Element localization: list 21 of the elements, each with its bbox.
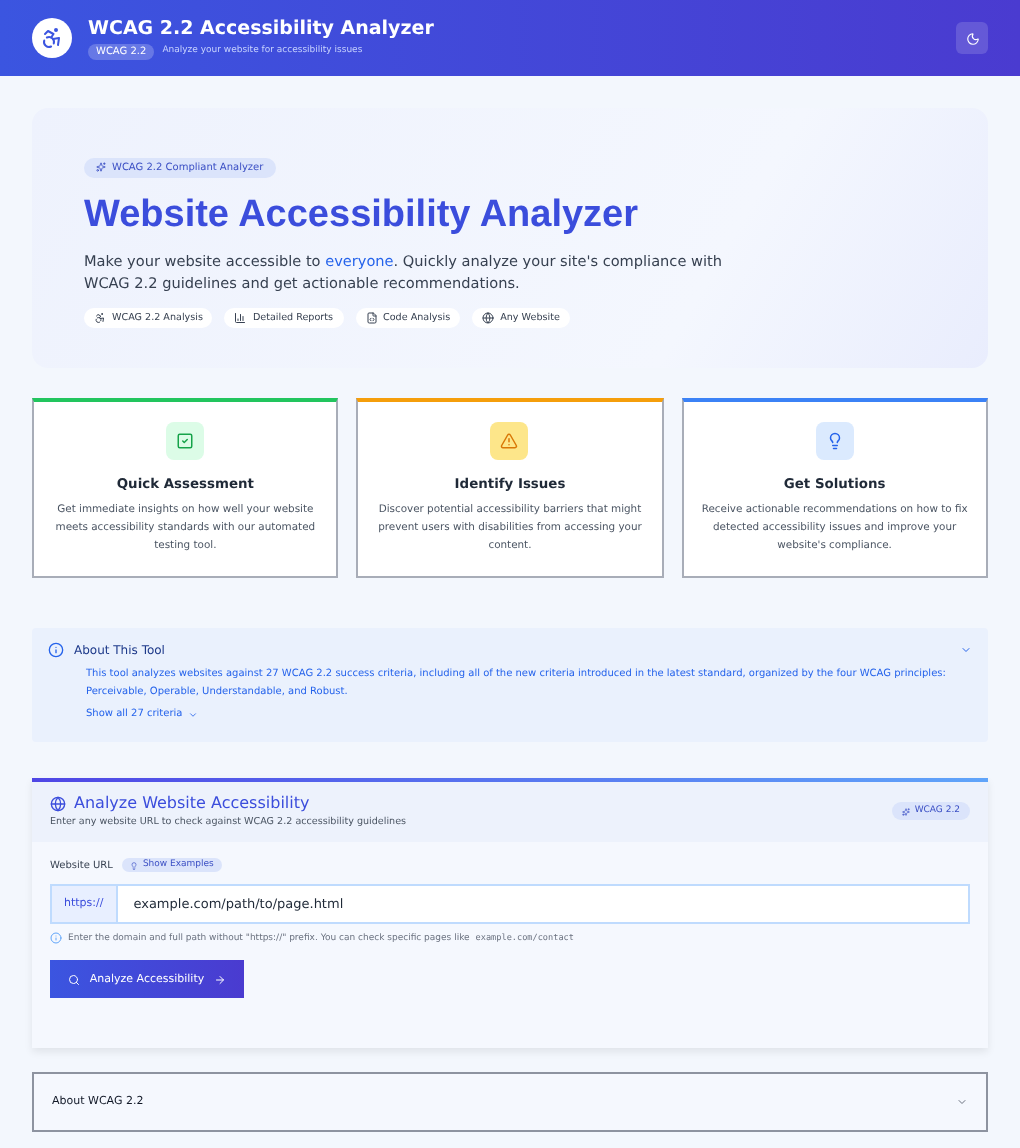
arrow-right-icon — [214, 973, 227, 985]
warning-icon — [500, 432, 519, 450]
lightbulb-icon — [130, 861, 139, 869]
bar-chart-icon — [234, 312, 247, 324]
globe-icon — [482, 312, 495, 324]
accessibility-icon — [94, 312, 106, 324]
analyze-title: Analyze Website Accessibility — [74, 794, 310, 812]
accessibility-logo-icon — [32, 18, 72, 58]
info-icon — [48, 642, 64, 658]
chevron-down-icon — [956, 1096, 968, 1108]
search-icon — [67, 973, 80, 985]
file-code-icon — [365, 312, 378, 324]
chevron-down-icon — [188, 709, 199, 719]
checkbox-icon — [176, 432, 195, 450]
hero-title: Website Accessibility Analyzer — [84, 194, 641, 238]
theme-toggle-button[interactable] — [956, 22, 988, 54]
globe-icon — [50, 795, 66, 811]
info-icon — [50, 932, 62, 944]
moon-icon — [965, 31, 979, 45]
app-title: WCAG 2.2 Accessibility Analyzer — [88, 17, 434, 39]
lightbulb-icon — [825, 432, 844, 450]
